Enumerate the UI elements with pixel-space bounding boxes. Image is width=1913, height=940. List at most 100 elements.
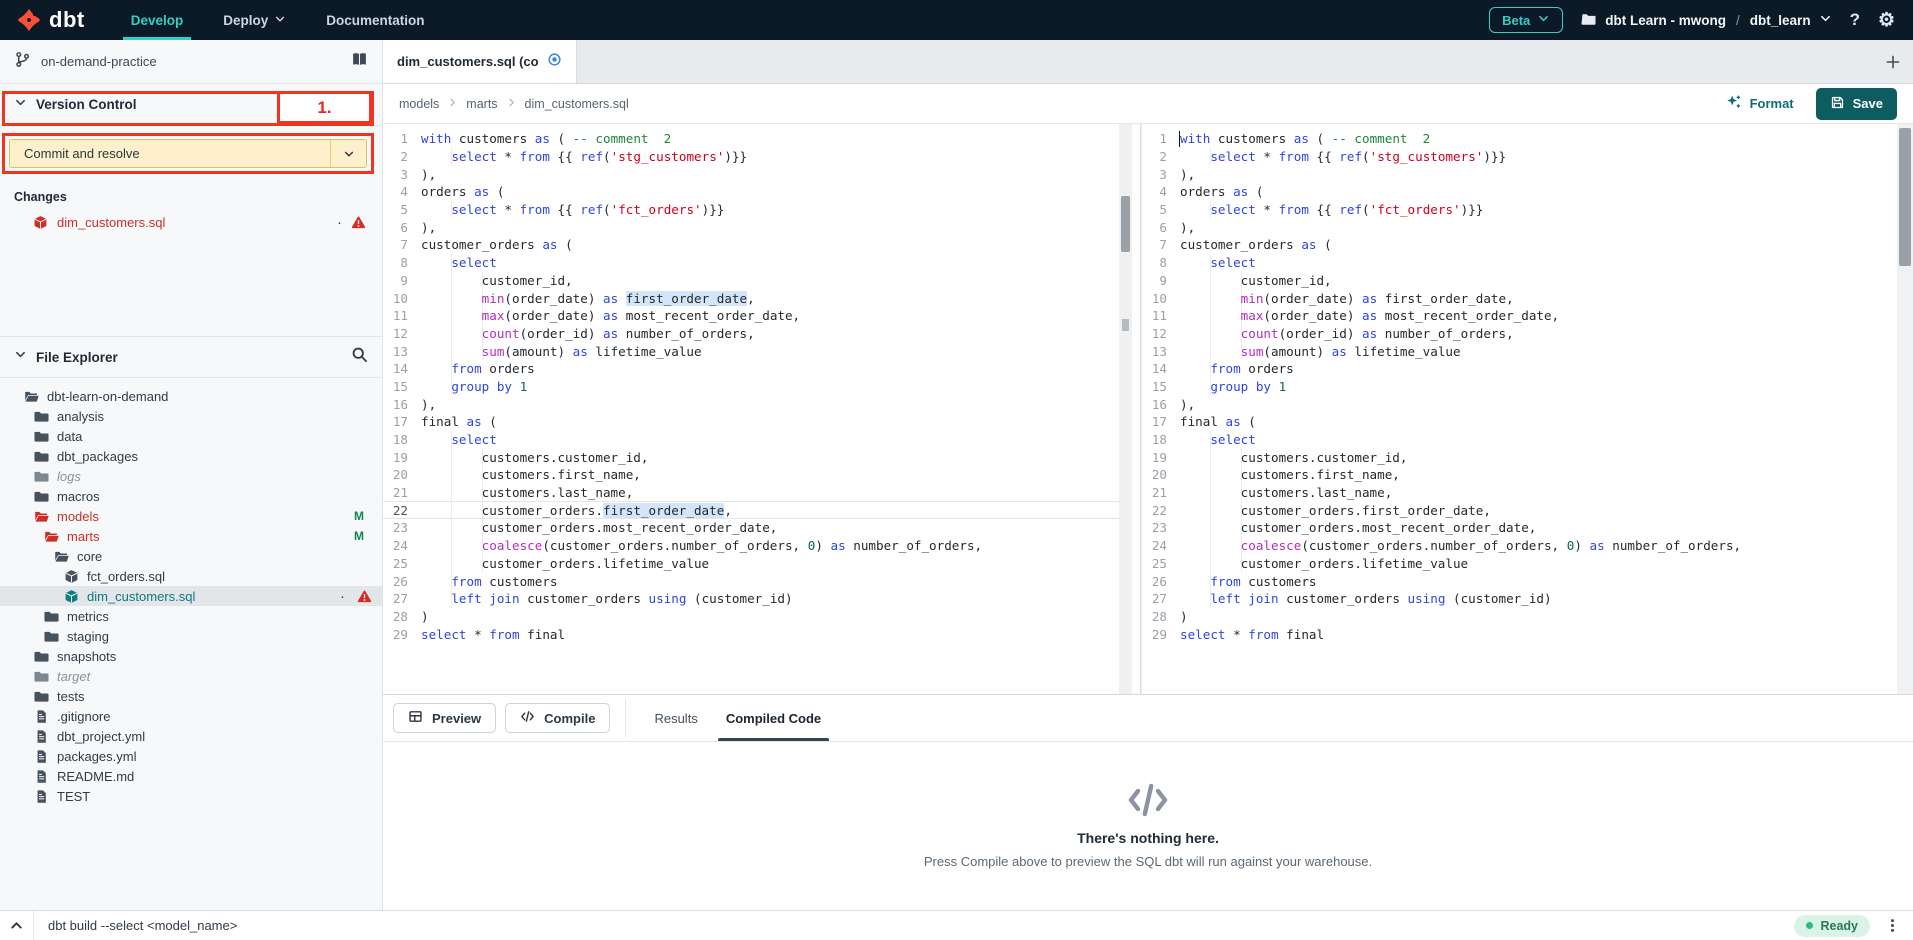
code-line-12: 12 count(order_id) as number_of_orders, [1142,325,1913,343]
tree-item-readme-md[interactable]: README.md [0,766,382,786]
tree-item-models[interactable]: modelsM [0,506,382,526]
folder-icon [34,649,49,664]
code-line-3: 3), [383,165,1132,183]
result-tabs: ResultsCompiled Code [640,695,835,741]
code-line-7: 7customer_orders as ( [383,236,1132,254]
file-explorer-header[interactable]: File Explorer [0,336,382,378]
docs-book-icon[interactable] [351,51,368,73]
file-icon [34,769,49,784]
code-editor-split: 1with customers as ( -- comment 22 selec… [383,124,1913,694]
code-line-14: 14 from orders [383,360,1132,378]
code-line-20: 20 customers.first_name, [1142,466,1913,484]
modified-badge: M [354,509,372,523]
tree-item-analysis[interactable]: analysis [0,406,382,426]
tree-item-dbt-packages[interactable]: dbt_packages [0,446,382,466]
tree-item-tests[interactable]: tests [0,686,382,706]
tree-item-label: fct_orders.sql [87,569,372,584]
beta-dropdown[interactable]: Beta [1489,7,1563,33]
breadcrumb-item[interactable]: dim_customers.sql [525,97,629,111]
save-button[interactable]: Save [1816,88,1897,120]
tree-item-core[interactable]: core [0,546,382,566]
beta-label: Beta [1502,13,1530,28]
code-line-26: 26 from customers [1142,572,1913,590]
code-line-23: 23 customer_orders.most_recent_order_dat… [383,519,1132,537]
results-tab-compiled-code[interactable]: Compiled Code [712,695,835,741]
project-selector[interactable]: dbt Learn - mwong / dbt_learn [1581,11,1831,30]
tree-item-label: logs [57,469,372,484]
code-line-20: 20 customers.first_name, [383,466,1132,484]
tree-item-data[interactable]: data [0,426,382,446]
help-icon[interactable]: ? [1850,10,1860,30]
code-line-15: 15 group by 1 [1142,378,1913,396]
environment-name: dbt_learn [1750,13,1811,28]
cube-icon [64,569,79,584]
commit-and-resolve-button[interactable]: Commit and resolve [9,139,367,168]
editor-tab-title: dim_customers.sql (confli... [397,54,538,69]
nav-item-deploy[interactable]: Deploy [203,0,306,40]
code-line-10: 10 min(order_date) as first_order_date, [383,289,1132,307]
code-line-18: 18 select [383,431,1132,449]
kebab-menu-icon[interactable] [1884,917,1913,934]
tree-item-target[interactable]: target [0,666,382,686]
changed-file-row[interactable]: dim_customers.sql· [0,210,382,234]
tree-item-fct-orders-sql[interactable]: fct_orders.sql [0,566,382,586]
tree-item-marts[interactable]: martsM [0,526,382,546]
ready-status-badge[interactable]: Ready [1794,915,1870,937]
folder-icon [34,489,49,504]
tree-item-test[interactable]: TEST [0,786,382,806]
tree-item-label: README.md [57,769,372,784]
tree-item--gitignore[interactable]: .gitignore [0,706,382,726]
editor-tab-dim-customers[interactable]: dim_customers.sql (confli... [383,40,577,83]
dbt-logo[interactable]: dbt [0,0,111,40]
compile-button[interactable]: Compile [505,703,610,733]
tree-item-label: dim_customers.sql [87,589,332,604]
code-line-17: 17final as ( [1142,413,1913,431]
tree-item-snapshots[interactable]: snapshots [0,646,382,666]
tree-item-label: data [57,429,372,444]
sidebar: on-demand-practice Version Control Commi… [0,40,383,910]
results-tab-results[interactable]: Results [640,695,711,741]
settings-gear-icon[interactable]: ⚙ [1878,9,1895,32]
branch-name: on-demand-practice [41,54,341,69]
left-pane-scrollbar[interactable] [1119,124,1132,694]
conflict-warning-icon [351,215,366,230]
tree-item-macros[interactable]: macros [0,486,382,506]
right-pane-scrollbar[interactable] [1897,124,1913,694]
commit-options-caret[interactable] [330,140,366,167]
new-tab-plus-icon[interactable] [1885,40,1901,83]
folder-open-icon [44,529,59,544]
pane-divider[interactable] [1132,124,1141,694]
toolbar-divider [625,699,626,737]
tree-item-label: snapshots [57,649,372,664]
format-button[interactable]: Format [1726,94,1794,113]
version-control-header[interactable]: Version Control [0,84,382,126]
nav-item-documentation[interactable]: Documentation [306,0,444,40]
branch-row[interactable]: on-demand-practice [0,40,382,84]
compile-label: Compile [544,711,595,726]
tree-item-packages-yml[interactable]: packages.yml [0,746,382,766]
search-icon[interactable] [351,346,368,368]
breadcrumb-item[interactable]: marts [466,97,497,111]
save-floppy-icon [1830,95,1845,113]
folder-icon [34,669,49,684]
preview-button[interactable]: Preview [393,703,496,733]
brand-name: dbt [49,7,85,33]
tree-item-dbt-learn-on-demand[interactable]: dbt-learn-on-demand [0,386,382,406]
code-pane-left[interactable]: 1with customers as ( -- comment 22 selec… [383,124,1132,694]
code-line-2: 2 select * from {{ ref('stg_customers')}… [1142,148,1913,166]
code-pane-right[interactable]: 1with customers as ( -- comment 22 selec… [1141,124,1913,694]
git-branch-icon [14,51,31,73]
tree-item-metrics[interactable]: metrics [0,606,382,626]
code-line-19: 19 customers.customer_id, [383,448,1132,466]
tree-item-dbt-project-yml[interactable]: dbt_project.yml [0,726,382,746]
tree-item-staging[interactable]: staging [0,626,382,646]
collapse-panel-chevron-up-icon[interactable] [0,911,34,940]
nav-item-develop[interactable]: Develop [111,0,204,40]
tree-item-label: staging [67,629,372,644]
code-line-27: 27 left join customer_orders using (cust… [383,590,1132,608]
tree-item-dim-customers-sql[interactable]: dim_customers.sql· [0,586,382,606]
command-input[interactable]: dbt build --select <model_name> [34,918,1794,933]
breadcrumb-item[interactable]: models [399,97,439,111]
code-line-16: 16), [383,395,1132,413]
tree-item-logs[interactable]: logs [0,466,382,486]
